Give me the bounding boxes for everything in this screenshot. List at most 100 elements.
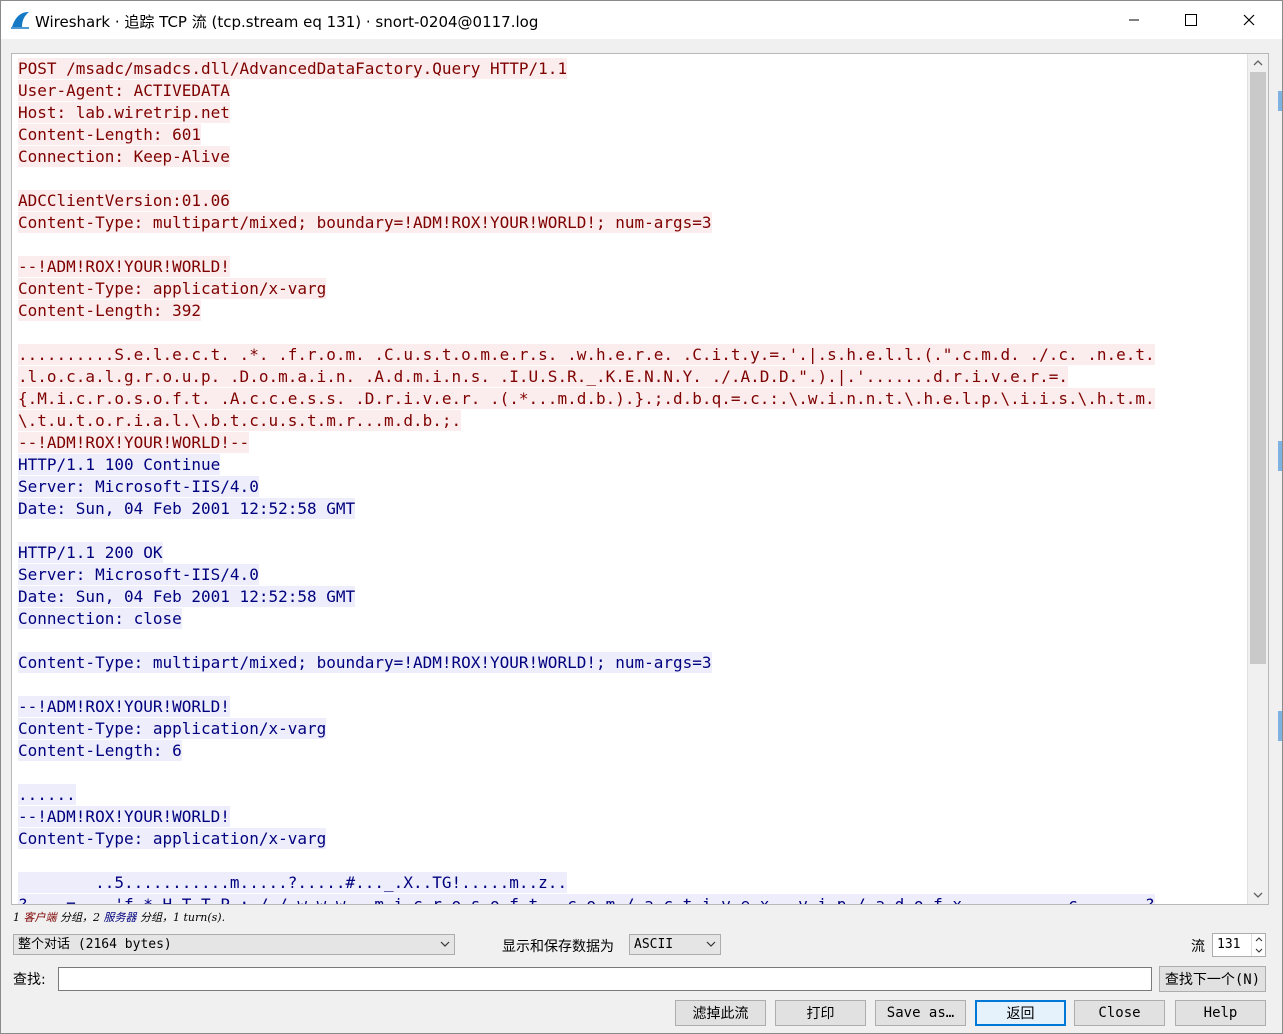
server-stream-line: Date: Sun, 04 Feb 2001 12:52:58 GMT <box>18 586 1246 608</box>
stream-blank-line <box>18 674 1246 696</box>
find-next-button[interactable]: 查找下一个(N) <box>1159 966 1266 992</box>
client-line-text: Content-Type: application/x-varg <box>18 278 327 299</box>
minimize-button[interactable] <box>1105 1 1163 39</box>
back-button[interactable]: 返回 <box>975 1000 1066 1026</box>
client-stream-line: --!ADM!ROX!YOUR!WORLD!-- <box>18 432 1246 454</box>
client-line-text: --!ADM!ROX!YOUR!WORLD!-- <box>18 432 250 453</box>
find-label: 查找: <box>13 972 46 988</box>
server-stream-line: ? = 'f.*.H.T.T.P.:././.w.w.w. .m.i.c.r.o… <box>18 894 1246 904</box>
client-stream-line: Content-Type: application/x-varg <box>18 278 1246 300</box>
client-line-text: ADCClientVersion:01.06 <box>18 190 230 211</box>
stream-blank-line <box>18 168 1246 190</box>
client-label: 客户端 <box>23 911 57 924</box>
wireshark-fin-icon <box>11 12 29 29</box>
server-stream-line: Content-Type: application/x-varg <box>18 828 1246 850</box>
client-stream-line: {.M.i.c.r.o.s.o.f.t. .A.c.c.e.s.s. .D.r.… <box>18 388 1246 410</box>
print-button[interactable]: 打印 <box>775 1000 866 1026</box>
chevron-down-icon <box>706 941 716 947</box>
server-line-text: Date: Sun, 04 Feb 2001 12:52:58 GMT <box>18 498 356 519</box>
client-packet-count: 1 <box>13 911 20 924</box>
server-label: 服务器 <box>103 911 137 924</box>
client-suffix: 分组， <box>56 911 93 924</box>
server-packet-count: 2 <box>93 911 100 924</box>
server-stream-line: --!ADM!ROX!YOUR!WORLD! <box>18 806 1246 828</box>
stream-blank-line <box>18 850 1246 872</box>
client-stream-line: User-Agent: ACTIVEDATA <box>18 80 1246 102</box>
scroll-down-button[interactable] <box>1248 886 1268 904</box>
save-as-button[interactable]: Save as… <box>875 1000 966 1026</box>
conversation-select[interactable]: 整个对话 (2164 bytes) <box>13 934 455 955</box>
find-input[interactable] <box>58 967 1152 991</box>
client-stream-line: .l.o.c.a.l.g.r.o.u.p. .D.o.m.a.i.n. .A.d… <box>18 366 1246 388</box>
server-line-text: HTTP/1.1 200 OK <box>18 542 163 563</box>
server-stream-line: Connection: close <box>18 608 1246 630</box>
server-stream-line: Server: Microsoft-IIS/4.0 <box>18 564 1246 586</box>
stream-blank-line <box>18 234 1246 256</box>
server-line-text: ? = 'f.*.H.T.T.P.:././.w.w.w. .m.i.c.r.o… <box>18 894 1155 904</box>
window-title: Wireshark · 追踪 TCP 流 (tcp.stream eq 131)… <box>35 13 539 31</box>
client-stream-line: ADCClientVersion:01.06 <box>18 190 1246 212</box>
stream-content-pane[interactable]: POST /msadc/msadcs.dll/AdvancedDataFacto… <box>11 53 1269 905</box>
client-line-text: Content-Length: 601 <box>18 124 202 145</box>
server-stream-line: Content-Length: 6 <box>18 740 1246 762</box>
server-stream-line: ..5...........m.....?.....#..._.X..TG!..… <box>18 872 1246 894</box>
server-line-text: Date: Sun, 04 Feb 2001 12:52:58 GMT <box>18 586 356 607</box>
show-as-select[interactable]: ASCII <box>629 934 721 955</box>
chevron-down-icon <box>440 941 450 947</box>
stream-blank-line <box>18 630 1246 652</box>
maximize-button[interactable] <box>1162 1 1220 39</box>
client-stream-line: Content-Type: multipart/mixed; boundary=… <box>18 212 1246 234</box>
stream-number-value: 131 <box>1217 937 1241 952</box>
server-line-text: Content-Length: 6 <box>18 740 182 761</box>
client-line-text: --!ADM!ROX!YOUR!WORLD! <box>18 256 230 277</box>
title-bar[interactable]: Wireshark · 追踪 TCP 流 (tcp.stream eq 131)… <box>1 1 1282 39</box>
client-stream-line: \.t.u.t.o.r.i.a.l.\.b.t.c.u.s.t.m.r...m.… <box>18 410 1246 432</box>
close-window-button[interactable] <box>1220 1 1278 39</box>
server-stream-line: Content-Type: application/x-varg <box>18 718 1246 740</box>
server-line-text: --!ADM!ROX!YOUR!WORLD! <box>18 696 230 717</box>
client-line-text: ..........S.e.l.e.c.t. .*. .f.r.o.m. .C.… <box>18 344 1155 365</box>
help-button[interactable]: Help <box>1175 1000 1266 1026</box>
server-stream-line: --!ADM!ROX!YOUR!WORLD! <box>18 696 1246 718</box>
server-line-text: --!ADM!ROX!YOUR!WORLD! <box>18 806 230 827</box>
server-line-text: HTTP/1.1 100 Continue <box>18 454 221 475</box>
chevron-up-icon <box>1253 60 1263 66</box>
background-window-edge <box>1278 711 1282 741</box>
stream-spinbox[interactable]: 131 <box>1212 933 1266 957</box>
conversation-select-value: 整个对话 (2164 bytes) <box>18 937 172 952</box>
close-button[interactable]: Close <box>1074 1000 1165 1026</box>
follow-tcp-stream-window: Wireshark · 追踪 TCP 流 (tcp.stream eq 131)… <box>0 0 1283 1034</box>
spin-down-button[interactable] <box>1251 945 1265 956</box>
background-window-edge <box>1278 441 1282 471</box>
maximize-icon <box>1185 14 1197 26</box>
packet-summary: 1 客户端 分组，2 服务器 分组，1 turn(s). <box>13 909 225 925</box>
scroll-thumb[interactable] <box>1250 72 1266 664</box>
scroll-up-button[interactable] <box>1248 54 1268 72</box>
client-stream-line: --!ADM!ROX!YOUR!WORLD! <box>18 256 1246 278</box>
filter-out-stream-button[interactable]: 滤掉此流 <box>675 1000 766 1026</box>
stream-label: 流 <box>1191 939 1205 955</box>
stream-text[interactable]: POST /msadc/msadcs.dll/AdvancedDataFacto… <box>18 58 1246 904</box>
server-stream-line: Content-Type: multipart/mixed; boundary=… <box>18 652 1246 674</box>
show-as-value: ASCII <box>634 937 674 952</box>
chevron-up-icon <box>1255 937 1262 942</box>
client-line-text: User-Agent: ACTIVEDATA <box>18 80 230 101</box>
server-stream-line: HTTP/1.1 100 Continue <box>18 454 1246 476</box>
server-stream-line: ...... <box>18 784 1246 806</box>
stream-blank-line <box>18 520 1246 542</box>
server-line-text: Content-Type: multipart/mixed; boundary=… <box>18 652 712 673</box>
client-line-text: .l.o.c.a.l.g.r.o.u.p. .D.o.m.a.i.n. .A.d… <box>18 366 1068 387</box>
server-line-text: Server: Microsoft-IIS/4.0 <box>18 564 259 585</box>
client-line-text: {.M.i.c.r.o.s.o.f.t. .A.c.c.e.s.s. .D.r.… <box>18 388 1155 409</box>
background-window-edge <box>1278 91 1282 111</box>
server-line-text: ...... <box>18 784 76 805</box>
stream-blank-line <box>18 762 1246 784</box>
spin-up-button[interactable] <box>1251 934 1265 945</box>
server-line-text: ..5...........m.....?.....#..._.X..TG!..… <box>18 872 568 893</box>
server-line-text: Server: Microsoft-IIS/4.0 <box>18 476 259 497</box>
client-stream-line: ..........S.e.l.e.c.t. .*. .f.r.o.m. .C.… <box>18 344 1246 366</box>
stream-blank-line <box>18 322 1246 344</box>
client-stream-line: Connection: Keep-Alive <box>18 146 1246 168</box>
server-stream-line: Date: Sun, 04 Feb 2001 12:52:58 GMT <box>18 498 1246 520</box>
vertical-scrollbar[interactable] <box>1247 54 1268 904</box>
